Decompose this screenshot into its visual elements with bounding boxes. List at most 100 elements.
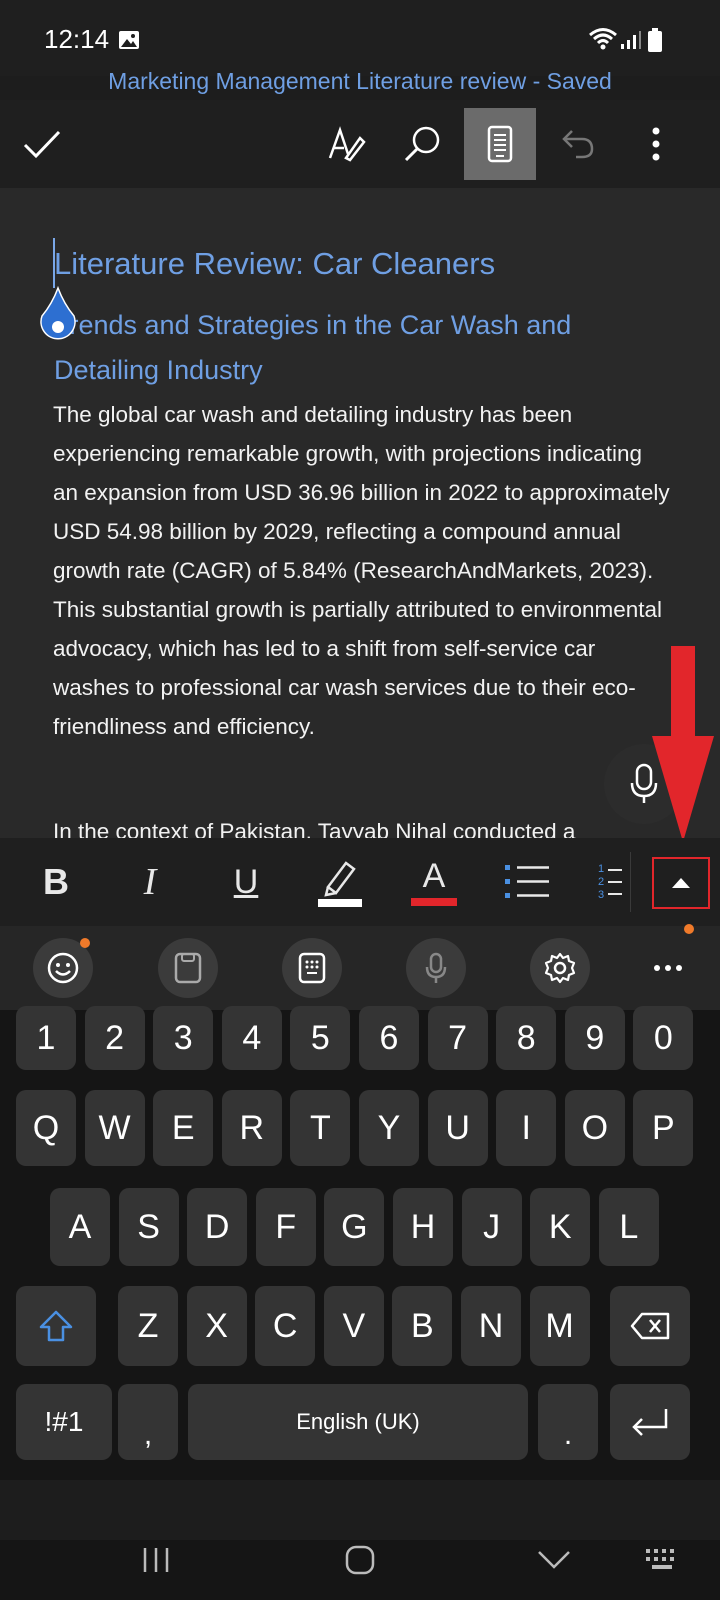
home-icon xyxy=(345,1545,375,1575)
mic-icon xyxy=(425,952,447,983)
underline-button[interactable]: U xyxy=(214,846,278,918)
key-i[interactable]: I xyxy=(496,1090,557,1166)
key-2[interactable]: 2 xyxy=(84,1006,145,1070)
notification-dot xyxy=(80,938,90,948)
more-keyboard-options-button[interactable] xyxy=(648,946,688,990)
key-x[interactable]: X xyxy=(186,1286,247,1366)
more-options-button[interactable] xyxy=(620,108,692,180)
space-key[interactable]: English (UK) xyxy=(188,1384,528,1460)
font-color-button[interactable]: A xyxy=(402,846,466,918)
key-j[interactable]: J xyxy=(461,1188,522,1266)
key-b[interactable]: B xyxy=(392,1286,453,1366)
backspace-key[interactable] xyxy=(610,1286,690,1366)
key-6[interactable]: 6 xyxy=(359,1006,419,1070)
key-8[interactable]: 8 xyxy=(496,1006,557,1070)
text-cursor xyxy=(53,238,55,288)
key-a[interactable]: A xyxy=(50,1188,110,1266)
voice-input-button[interactable] xyxy=(406,938,466,998)
highlighter-icon xyxy=(318,861,362,907)
italic-label: I xyxy=(143,861,157,903)
key-t[interactable]: T xyxy=(290,1090,351,1166)
keyboard-switch-button[interactable] xyxy=(640,1530,684,1590)
clipboard-icon xyxy=(174,952,202,984)
done-button[interactable] xyxy=(6,108,78,180)
draw-button[interactable] xyxy=(310,108,382,180)
signal-icon xyxy=(620,30,642,55)
key-d[interactable]: D xyxy=(187,1188,248,1266)
undo-icon xyxy=(562,130,594,159)
key-w[interactable]: W xyxy=(84,1090,145,1166)
italic-button[interactable]: I xyxy=(118,846,182,918)
emoji-icon xyxy=(47,952,79,984)
key-3[interactable]: 3 xyxy=(153,1006,214,1070)
cursor-handle[interactable] xyxy=(36,285,80,346)
key-9[interactable]: 9 xyxy=(564,1006,625,1070)
period-key[interactable]: . xyxy=(538,1384,598,1460)
wifi-icon xyxy=(588,26,618,55)
enter-key[interactable] xyxy=(610,1384,690,1460)
heading-1[interactable]: Literature Review: Car Cleaners xyxy=(54,246,495,282)
key-k[interactable]: K xyxy=(530,1188,591,1266)
key-m[interactable]: M xyxy=(529,1286,590,1366)
key-e[interactable]: E xyxy=(153,1090,214,1166)
numbered-list-digit: 1 xyxy=(597,862,605,875)
numbered-list-digit: 3 xyxy=(597,888,605,901)
home-button[interactable] xyxy=(336,1530,384,1590)
key-1[interactable]: 1 xyxy=(16,1006,76,1070)
keypad-icon xyxy=(298,952,326,984)
numbered-list-button[interactable]: 1 2 3 xyxy=(590,846,630,918)
highlight-button[interactable] xyxy=(308,846,372,918)
gallery-notification-icon xyxy=(118,30,140,50)
document-title: Marketing Management Literature review -… xyxy=(108,68,612,94)
keyboard-toolbar xyxy=(0,926,720,1010)
heading-2[interactable]: Trends and Strategies in the Car Wash an… xyxy=(54,303,674,393)
paragraph[interactable]: In the context of Pakistan, Tayyab Nihal… xyxy=(53,812,673,838)
shift-key[interactable] xyxy=(16,1286,96,1366)
bullet-list-icon xyxy=(505,865,549,898)
key-0[interactable]: 0 xyxy=(633,1006,694,1070)
key-s[interactable]: S xyxy=(118,1188,179,1266)
keyboard-icon xyxy=(646,1549,674,1569)
search-button[interactable] xyxy=(386,108,458,180)
key-z[interactable]: Z xyxy=(118,1286,178,1366)
clipboard-button[interactable] xyxy=(158,938,218,998)
key-o[interactable]: O xyxy=(564,1090,625,1166)
hide-keyboard-button[interactable] xyxy=(532,1530,576,1590)
undo-button[interactable] xyxy=(542,108,614,180)
key-q[interactable]: Q xyxy=(16,1090,76,1166)
paragraph[interactable]: The global car wash and detailing indust… xyxy=(53,395,673,746)
key-g[interactable]: G xyxy=(324,1188,385,1266)
symbols-key[interactable]: !#1 xyxy=(16,1384,112,1460)
key-r[interactable]: R xyxy=(221,1090,282,1166)
font-color-swatch xyxy=(411,898,457,906)
key-f[interactable]: F xyxy=(255,1188,316,1266)
keypad-button[interactable] xyxy=(282,938,342,998)
mobile-view-button[interactable] xyxy=(464,108,536,180)
key-n[interactable]: N xyxy=(461,1286,521,1366)
comma-key[interactable]: , xyxy=(118,1384,178,1460)
key-4[interactable]: 4 xyxy=(221,1006,282,1070)
battery-icon xyxy=(648,28,662,57)
keyboard-settings-button[interactable] xyxy=(530,938,590,998)
key-l[interactable]: L xyxy=(598,1188,659,1266)
numbered-list-icon xyxy=(608,869,623,895)
recent-apps-button[interactable] xyxy=(136,1530,176,1590)
caret-up-icon xyxy=(672,878,690,888)
key-v[interactable]: V xyxy=(323,1286,384,1366)
check-icon xyxy=(23,130,61,159)
key-p[interactable]: P xyxy=(633,1090,694,1166)
key-h[interactable]: H xyxy=(393,1188,453,1266)
key-5[interactable]: 5 xyxy=(290,1006,351,1070)
key-7[interactable]: 7 xyxy=(427,1006,488,1070)
bold-label: B xyxy=(43,861,69,902)
underline-label: U xyxy=(233,862,259,901)
key-u[interactable]: U xyxy=(427,1090,488,1166)
key-y[interactable]: Y xyxy=(359,1090,419,1166)
bullet-list-button[interactable] xyxy=(496,846,560,918)
expand-ribbon-button[interactable] xyxy=(652,857,710,909)
draw-pen-icon xyxy=(328,126,366,162)
mobile-view-icon xyxy=(487,125,513,163)
bold-button[interactable]: B xyxy=(24,846,88,918)
numbered-list-digit: 2 xyxy=(597,875,605,888)
key-c[interactable]: C xyxy=(255,1286,316,1366)
